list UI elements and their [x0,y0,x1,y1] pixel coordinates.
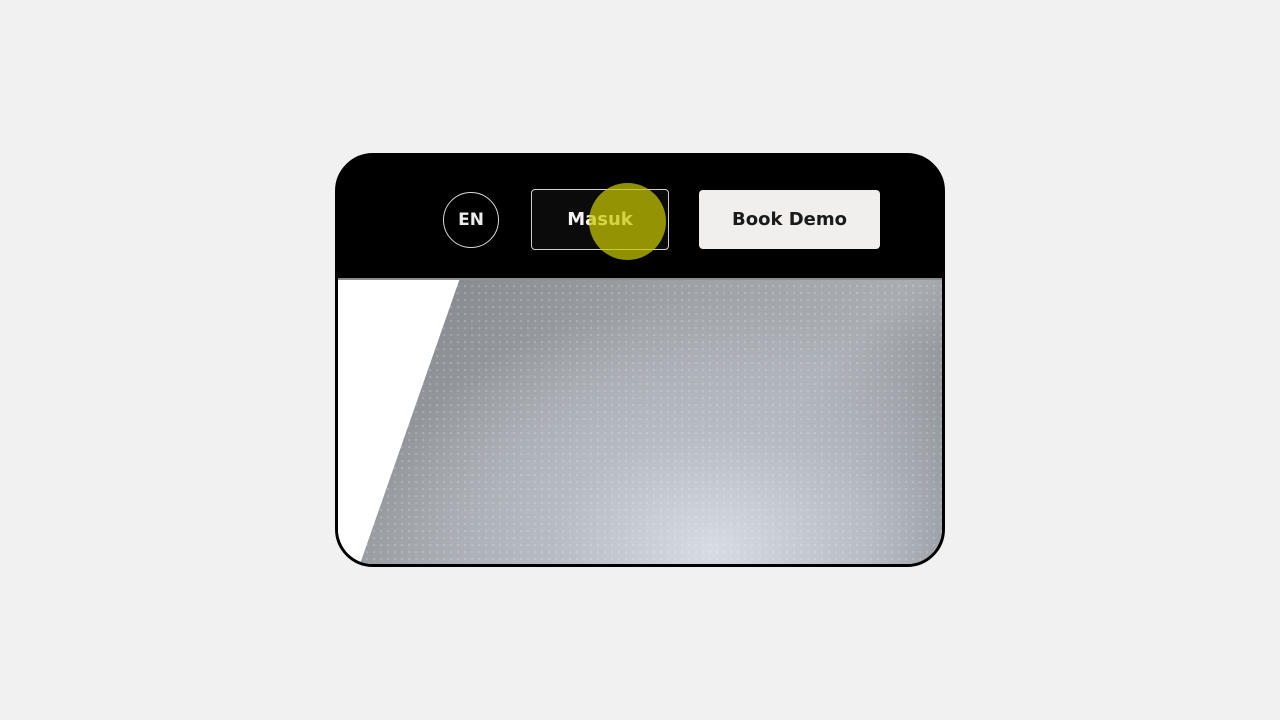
book-demo-button[interactable]: Book Demo [699,190,880,249]
language-label: EN [458,210,484,230]
hero-section [338,278,942,564]
hero-divider [338,278,942,280]
login-label: Masuk [567,209,633,230]
language-switch-button[interactable]: EN [443,192,499,248]
device-frame: EN Masuk Book Demo [335,153,945,567]
top-navbar: EN Masuk Book Demo [338,156,942,278]
login-button[interactable]: Masuk [531,189,669,250]
book-demo-label: Book Demo [732,209,847,230]
